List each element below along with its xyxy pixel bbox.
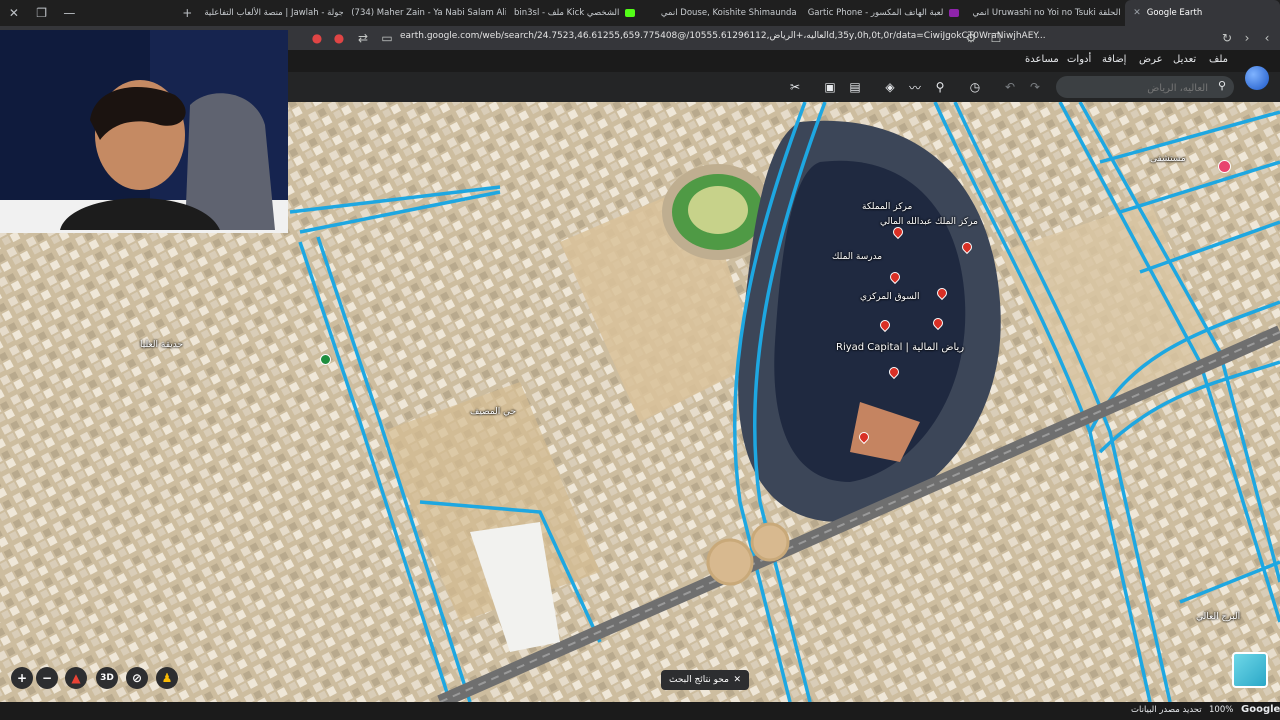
path-icon[interactable]: 〰 bbox=[907, 79, 923, 95]
hospital-pin-icon[interactable] bbox=[1218, 160, 1231, 173]
tab-label: (734) Maher Zain - Ya Nabi Salam Ali bbox=[351, 8, 506, 18]
google-logo: Google bbox=[1241, 704, 1280, 715]
3d-toggle-button[interactable]: 3D bbox=[96, 667, 118, 689]
map-label-north[interactable]: مدرسة الملك bbox=[832, 252, 882, 262]
tab-google-earth[interactable]: ✕ Google Earth bbox=[1125, 0, 1280, 26]
streamer-video bbox=[0, 30, 288, 233]
undo-icon[interactable]: ↶ bbox=[1002, 79, 1018, 95]
forward-icon[interactable]: › bbox=[1236, 27, 1258, 49]
tab-gartic[interactable]: Gartic Phone - لعبة الهاتف المكسور bbox=[800, 0, 965, 26]
clear-search-label[interactable]: محو نتائج البحث bbox=[669, 675, 729, 685]
pegman-icon[interactable]: ♟ bbox=[156, 667, 178, 689]
url-field[interactable]: earth.google.com/web/search/24.7523,46.6… bbox=[400, 31, 1046, 41]
historical-imagery-icon[interactable]: ▤ bbox=[847, 79, 863, 95]
tab-anime-1[interactable]: انمي Douse, Koishite Shimaunda bbox=[653, 0, 800, 26]
minimize-window-icon[interactable]: — bbox=[56, 0, 84, 26]
extension-icon[interactable]: ● bbox=[328, 27, 350, 49]
map-label-district[interactable]: حي المصيف bbox=[470, 407, 516, 417]
compass-icon[interactable]: ▲ bbox=[65, 667, 87, 689]
map-label-tower[interactable]: البرج العالي bbox=[1196, 612, 1240, 622]
menu-help[interactable]: مساعدة bbox=[1025, 54, 1059, 65]
layers-icon[interactable]: ◈ bbox=[882, 79, 898, 95]
tab-anime-2[interactable]: انمي Uruwashi no Yoi no Tsuki الحلقة bbox=[964, 0, 1125, 26]
cast-icon[interactable]: ▭ bbox=[376, 27, 398, 49]
zoom-level: 100% bbox=[1209, 705, 1234, 715]
profile-avatar[interactable] bbox=[1245, 66, 1269, 90]
tab-jawlah[interactable]: منصة الألعاب التفاعلية | Jawlah - جولة bbox=[196, 0, 343, 26]
menu-edit[interactable]: تعديل bbox=[1173, 54, 1196, 65]
tab-label: Google Earth bbox=[1146, 8, 1203, 18]
zoom-out-button[interactable]: − bbox=[36, 667, 58, 689]
zoom-in-button[interactable]: + bbox=[11, 667, 33, 689]
map-label-park[interactable]: حديقة العليا bbox=[140, 340, 183, 350]
tab-favicon bbox=[949, 9, 960, 17]
tab-youtube[interactable]: (734) Maher Zain - Ya Nabi Salam Ali bbox=[343, 0, 506, 26]
clear-icon[interactable]: ✂ bbox=[787, 79, 803, 95]
tab-label: bin3sl - ملف Kick الشخصي bbox=[513, 8, 620, 18]
close-window-icon[interactable]: ✕ bbox=[0, 0, 28, 26]
search-input[interactable] bbox=[1066, 79, 1210, 97]
tab-label: انمي Uruwashi no Yoi no Tsuki الحلقة bbox=[972, 8, 1121, 18]
menu-view[interactable]: عرض bbox=[1139, 54, 1163, 65]
webcam-overlay bbox=[0, 30, 288, 233]
search-box[interactable]: ⚲ bbox=[1056, 76, 1234, 98]
new-tab-button[interactable]: + bbox=[83, 0, 196, 26]
map-label-hospital[interactable]: مستشفى bbox=[1150, 154, 1186, 164]
tab-label: انمي Douse, Koishite Shimaunda bbox=[660, 8, 797, 18]
placemark-icon[interactable]: ⚲ bbox=[932, 79, 948, 95]
menu-tools[interactable]: أدوات bbox=[1067, 54, 1091, 65]
menu-add[interactable]: إضافة bbox=[1102, 54, 1126, 65]
tilt-icon[interactable]: ⊘ bbox=[126, 667, 148, 689]
map-label-kafd[interactable]: مركز الملك عبدالله المالي bbox=[880, 217, 978, 227]
menu-file[interactable]: ملف bbox=[1209, 54, 1228, 65]
kick-icon bbox=[625, 9, 636, 17]
map-label-mall[interactable]: السوق المركزي bbox=[860, 292, 919, 302]
map-label-riyad-capital[interactable]: Riyad Capital | رياض المالية bbox=[836, 342, 964, 353]
search-icon[interactable]: ⚲ bbox=[1218, 79, 1226, 92]
redo-icon[interactable]: ↷ bbox=[1027, 79, 1043, 95]
map-style-thumbnail[interactable] bbox=[1232, 652, 1268, 688]
tab-label: Gartic Phone - لعبة الهاتف المكسور bbox=[807, 8, 944, 18]
close-icon[interactable]: ✕ bbox=[733, 675, 741, 685]
clear-search-toast: محو نتائج البحث ✕ bbox=[661, 670, 749, 690]
extension-icon[interactable]: ● bbox=[306, 27, 328, 49]
status-bar: تحديد مصدر البيانات 100% Google bbox=[0, 702, 1280, 720]
back-icon[interactable]: ‹ bbox=[1256, 27, 1278, 49]
history-icon[interactable]: ◷ bbox=[967, 79, 983, 95]
tab-kick[interactable]: bin3sl - ملف Kick الشخصي bbox=[506, 0, 653, 26]
reload-icon[interactable]: ↻ bbox=[1216, 27, 1238, 49]
data-attribution-link[interactable]: تحديد مصدر البيانات bbox=[1131, 705, 1202, 715]
map-label-kingdom-center[interactable]: مركز المملكة bbox=[862, 202, 912, 212]
image-overlay-icon[interactable]: ▣ bbox=[822, 79, 838, 95]
close-tab-icon[interactable]: ✕ bbox=[1133, 8, 1141, 18]
park-pin-icon[interactable] bbox=[320, 354, 331, 365]
browser-tab-bar: ✕ ❐ — + منصة الألعاب التفاعلية | Jawlah … bbox=[0, 0, 1280, 26]
restore-window-icon[interactable]: ❐ bbox=[28, 0, 56, 26]
tab-label: منصة الألعاب التفاعلية | Jawlah - جولة bbox=[204, 8, 344, 18]
translate-icon[interactable]: ⇄ bbox=[352, 27, 374, 49]
